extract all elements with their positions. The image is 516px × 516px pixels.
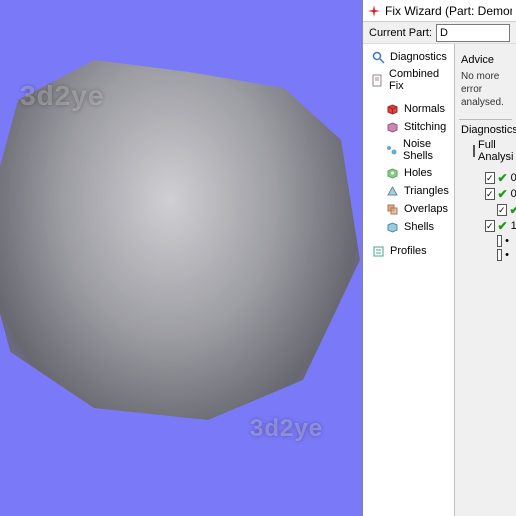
nav-tree: Diagnostics Combined Fix Normals Sti	[363, 44, 455, 516]
advice-text: No more error analysed.	[459, 68, 512, 113]
app-icon	[367, 4, 381, 18]
diagnostics-group-label: Diagnostics	[461, 124, 512, 136]
nav-label: Normals	[404, 103, 445, 115]
diagnostic-row[interactable]: •	[459, 248, 512, 262]
bullet-icon: •	[505, 235, 509, 247]
nav-label: Stitching	[404, 121, 446, 133]
check-icon: ✔	[498, 187, 508, 201]
checkbox[interactable]: ✓	[485, 220, 495, 232]
checkbox[interactable]: ✓	[485, 172, 495, 184]
noise-icon	[385, 143, 398, 157]
nav-profiles[interactable]: Profiles	[363, 242, 454, 260]
diagnostic-row[interactable]: ✓✔1	[459, 218, 512, 234]
nav-holes[interactable]: Holes	[363, 164, 454, 182]
checkbox[interactable]: ✓	[497, 204, 507, 216]
current-part-dropdown[interactable]: D	[436, 24, 510, 42]
nav-noise-shells[interactable]: Noise Shells	[363, 136, 454, 164]
nav-label: Triangles	[404, 185, 449, 197]
nav-shells[interactable]: Shells	[363, 218, 454, 236]
watermark: 3d2ye	[250, 415, 323, 443]
document-icon	[371, 73, 384, 87]
stitch-icon	[385, 120, 399, 134]
nav-normals[interactable]: Normals	[363, 100, 454, 118]
nav-label: Overlaps	[404, 203, 448, 215]
nav-triangles[interactable]: Triangles	[363, 182, 454, 200]
triangles-icon	[385, 184, 399, 198]
check-icon: ✔	[498, 171, 508, 185]
checkbox[interactable]	[497, 249, 502, 261]
current-part-label: Current Part:	[369, 27, 432, 39]
full-analysis-label: Full Analysi	[478, 139, 513, 163]
nav-label: Combined Fix	[389, 68, 450, 92]
nav-label: Noise Shells	[403, 138, 450, 162]
diagnostic-row[interactable]: ✓✔0	[459, 186, 512, 202]
magnifier-icon	[371, 50, 385, 64]
cube-icon	[385, 102, 399, 116]
diagnostic-value: 0	[511, 188, 516, 200]
overlaps-icon	[385, 202, 399, 216]
nav-diagnostics[interactable]: Diagnostics	[363, 48, 454, 66]
checkbox[interactable]	[497, 235, 502, 247]
watermark: 3d2ye	[20, 80, 104, 112]
diagnostic-row[interactable]: ✓✔0	[459, 202, 512, 218]
diagnostic-value: 1	[511, 220, 516, 232]
current-part-value: D	[440, 27, 448, 39]
full-analysis-row[interactable]: Full Analysi	[459, 138, 512, 164]
titlebar: Fix Wizard (Part: DemonRing-18-Fixe	[363, 0, 516, 22]
info-pane: Advice No more error analysed. Diagnosti…	[455, 44, 516, 516]
checkbox[interactable]	[473, 145, 475, 157]
window-title: Fix Wizard (Part: DemonRing-18-Fixe	[385, 4, 512, 18]
nav-label: Shells	[404, 221, 434, 233]
current-part-row: Current Part: D	[363, 22, 516, 44]
nav-label: Diagnostics	[390, 51, 447, 63]
nav-label: Holes	[404, 167, 432, 179]
nav-stitching[interactable]: Stitching	[363, 118, 454, 136]
diagnostic-row[interactable]: •	[459, 234, 512, 248]
fix-wizard-panel: Fix Wizard (Part: DemonRing-18-Fixe Curr…	[362, 0, 516, 516]
nav-combined-fix[interactable]: Combined Fix	[363, 66, 454, 94]
nav-overlaps[interactable]: Overlaps	[363, 200, 454, 218]
check-icon: ✔	[510, 203, 516, 217]
nav-label: Profiles	[390, 245, 427, 257]
advice-group-label: Advice	[461, 54, 512, 66]
shells-icon	[385, 220, 399, 234]
profiles-icon	[371, 244, 385, 258]
diagnostic-row[interactable]: ✓✔0	[459, 170, 512, 186]
diagnostic-value: 0	[511, 172, 516, 184]
bullet-icon: •	[505, 249, 509, 261]
holes-icon	[385, 166, 399, 180]
check-icon: ✔	[498, 219, 508, 233]
checkbox[interactable]: ✓	[485, 188, 495, 200]
